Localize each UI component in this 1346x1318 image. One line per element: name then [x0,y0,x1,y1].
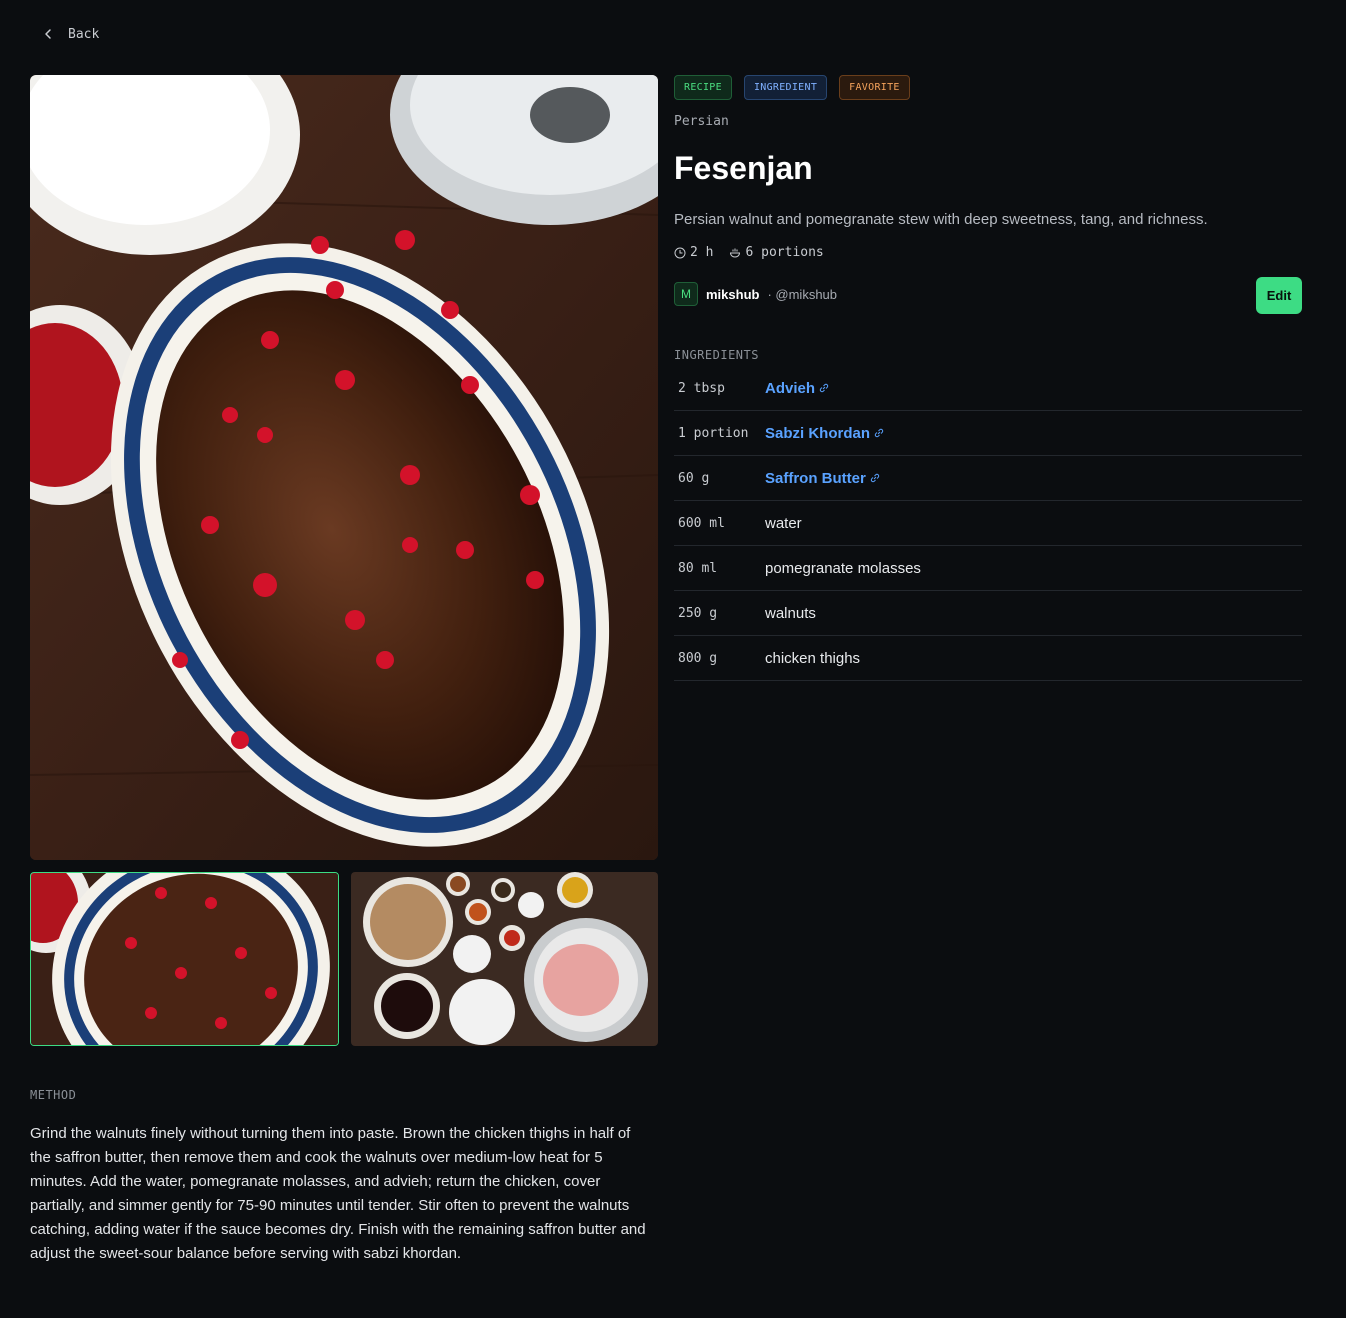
ingredient-row: 800 g chicken thighs [674,636,1302,681]
avatar[interactable]: M [674,282,698,306]
recipe-description: Persian walnut and pomegranate stew with… [674,211,1208,228]
bowl-icon [730,248,741,257]
author-name[interactable]: mikshub [706,287,759,302]
ingredient-name: pomegranate molasses [765,559,921,577]
tag-list: RECIPE INGREDIENT FAVORITE [674,75,910,100]
clock-icon [674,247,686,258]
ingredient-qty: 2 tbsp [678,380,725,396]
ingredient-qty: 1 portion [678,425,749,441]
cook-time: 2 h [690,245,714,260]
ingredient-row: 60 g Saffron Butter [674,456,1302,501]
link-icon [874,428,884,438]
tag-ingredient[interactable]: INGREDIENT [743,75,828,100]
ingredient-row: 250 g walnuts [674,591,1302,636]
back-button[interactable]: Back [40,26,99,42]
tag-recipe[interactable]: RECIPE [674,75,732,100]
author-info: M mikshub · @mikshub [674,282,837,306]
ingredient-link[interactable]: Advieh [765,380,829,397]
thumbnail-ingredients[interactable] [351,872,658,1046]
back-label: Back [68,26,100,42]
tag-favorite[interactable]: FAVORITE [839,75,910,100]
page-title: Fesenjan [674,150,813,186]
cuisine-label: Persian [674,114,729,129]
ingredient-qty: 600 ml [678,515,725,531]
method-heading: METHOD [30,1088,77,1102]
link-icon [870,473,880,483]
ingredient-link[interactable]: Sabzi Khordan [765,425,884,442]
ingredient-name: chicken thighs [765,649,861,667]
portions: 6 portions [745,245,824,260]
ingredients-heading: INGREDIENTS [674,348,759,362]
ingredient-name: water [765,514,802,532]
ingredients-list: 2 tbsp Advieh 1 portion Sabzi Khordan 60… [674,366,1302,681]
ingredient-qty: 80 ml [678,560,718,576]
link-icon [819,383,829,393]
ingredient-row: 1 portion Sabzi Khordan [674,411,1302,456]
author-handle: · @mikshub [767,286,838,302]
thumbnail-stew[interactable] [30,872,339,1046]
ingredient-qty: 250 g [678,605,718,621]
edit-button[interactable]: Edit [1256,277,1302,314]
ingredient-name: walnuts [765,604,816,622]
ingredient-qty: 800 g [678,650,718,666]
recipe-meta: 2 h 6 portions [674,245,824,260]
ingredient-row: 600 ml water [674,501,1302,546]
chevron-left-icon [45,29,51,39]
ingredient-qty: 60 g [678,470,710,486]
ingredient-row: 2 tbsp Advieh [674,366,1302,411]
method-text: Grind the walnuts finely without turning… [30,1125,646,1262]
ingredient-link[interactable]: Saffron Butter [765,470,880,487]
ingredient-row: 80 ml pomegranate molasses [674,546,1302,591]
recipe-hero-image [30,75,658,860]
